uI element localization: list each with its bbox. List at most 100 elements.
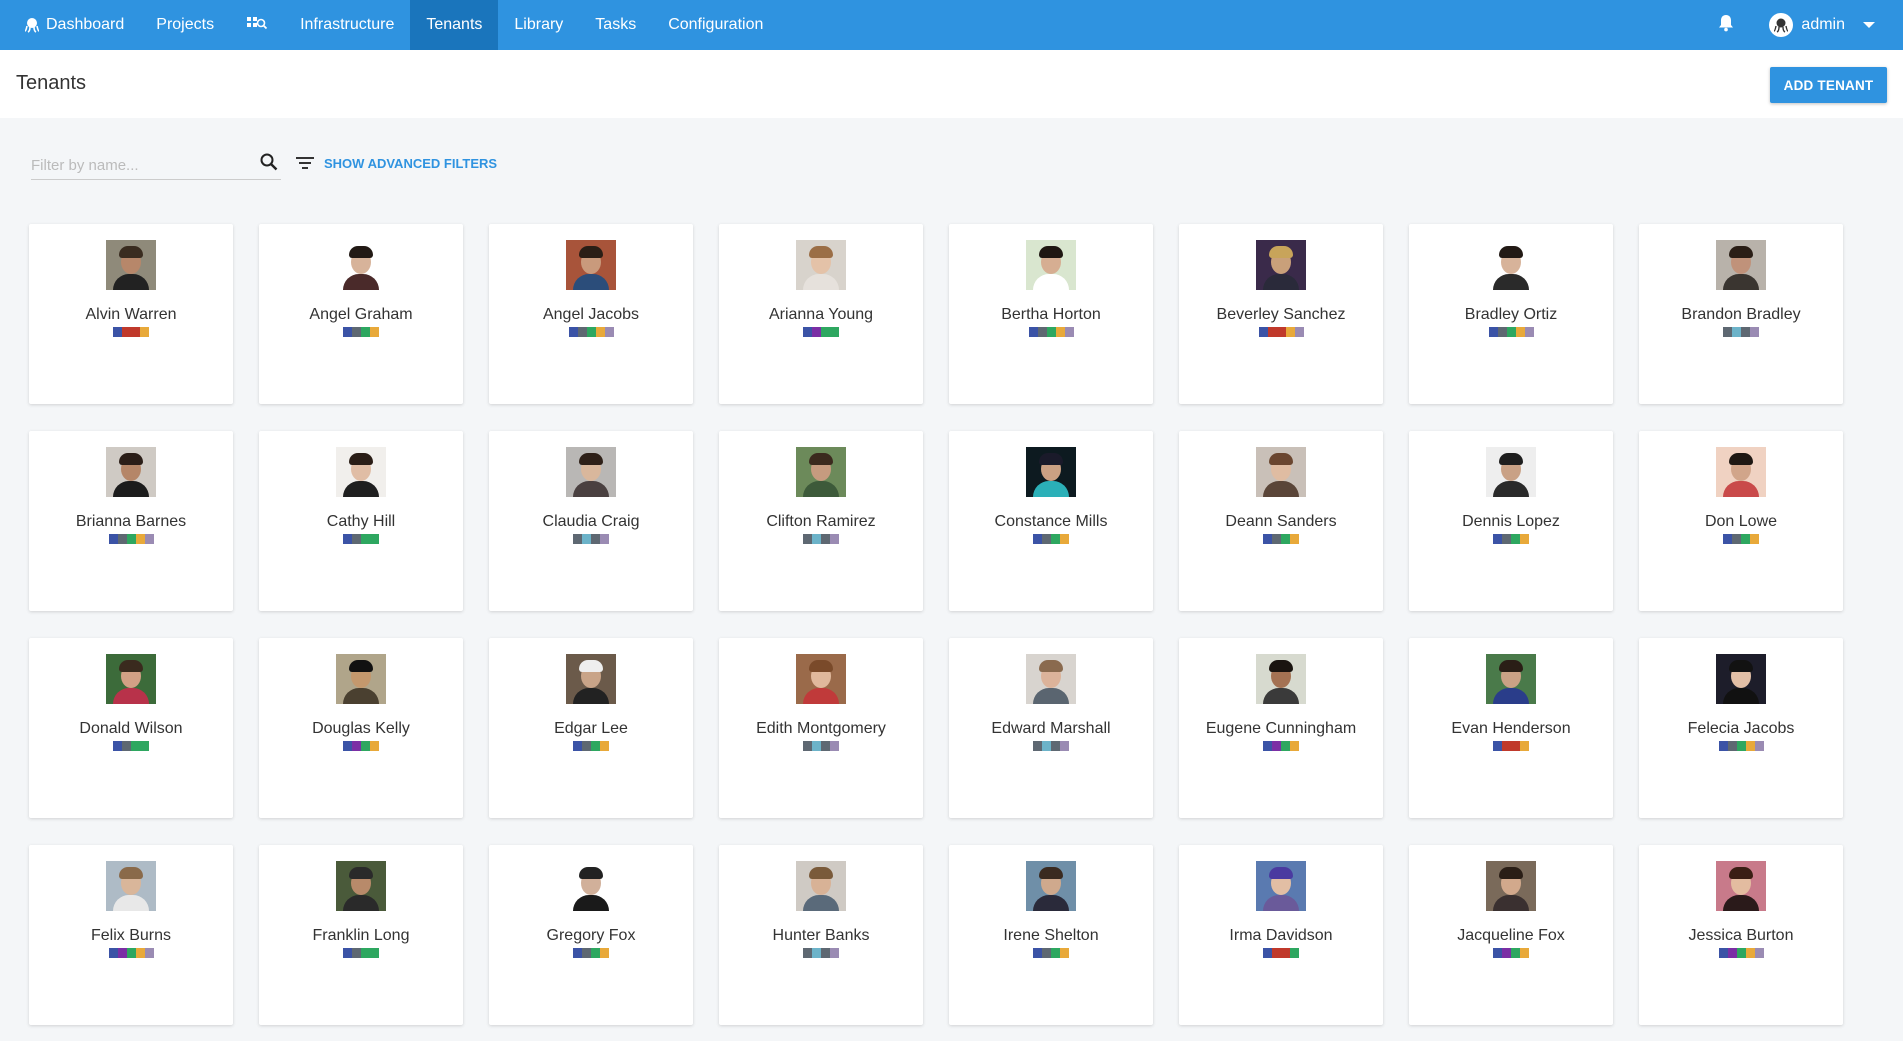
tenant-tag xyxy=(1294,327,1304,337)
show-advanced-filters-button[interactable]: SHOW ADVANCED FILTERS xyxy=(296,151,497,175)
tenant-tag xyxy=(1745,741,1755,751)
tenant-tag xyxy=(1493,948,1502,958)
tenant-card[interactable]: Claudia Craig xyxy=(489,431,693,611)
nav-tasks[interactable]: Tasks xyxy=(579,0,652,50)
tenant-avatar xyxy=(1026,447,1076,497)
tenant-card[interactable]: Edgar Lee xyxy=(489,638,693,818)
tenant-tag xyxy=(1281,741,1290,751)
tenant-tag xyxy=(591,948,600,958)
tenant-tag-list xyxy=(1033,534,1069,544)
tenant-tag xyxy=(1281,534,1290,544)
tenant-avatar xyxy=(1026,240,1076,290)
tenant-card[interactable]: Felecia Jacobs xyxy=(1639,638,1843,818)
tenant-tag-list xyxy=(113,327,149,337)
tenant-tag xyxy=(830,741,839,751)
tenant-tag xyxy=(122,741,131,751)
tenant-tag xyxy=(1051,741,1060,751)
tenant-card[interactable]: Donald Wilson xyxy=(29,638,233,818)
tenant-card[interactable]: Eugene Cunningham xyxy=(1179,638,1383,818)
tenant-card[interactable]: Irma Davidson xyxy=(1179,845,1383,1025)
tenant-card[interactable]: Gregory Fox xyxy=(489,845,693,1025)
tenant-tag xyxy=(812,948,821,958)
tenant-tag xyxy=(1511,534,1520,544)
tenant-tag xyxy=(1750,327,1759,337)
tenant-tag-list xyxy=(1033,948,1069,958)
tenant-card[interactable]: Felix Burns xyxy=(29,845,233,1025)
tenant-name: Angel Graham xyxy=(309,306,413,323)
tenant-name: Bertha Horton xyxy=(1001,306,1101,323)
tenant-card[interactable]: Alvin Warren xyxy=(29,224,233,404)
tenant-card[interactable]: Deann Sanders xyxy=(1179,431,1383,611)
tenant-tag xyxy=(1736,741,1746,751)
nav-library[interactable]: Library xyxy=(498,0,579,50)
tenant-card[interactable]: Angel Graham xyxy=(259,224,463,404)
nav-dashboard[interactable]: Dashboard xyxy=(0,0,140,50)
tenant-card[interactable]: Dennis Lopez xyxy=(1409,431,1613,611)
filter-by-name-input[interactable] xyxy=(31,154,251,176)
search-icon[interactable] xyxy=(259,152,279,177)
tenant-name: Alvin Warren xyxy=(85,306,177,323)
tenant-card[interactable]: Brianna Barnes xyxy=(29,431,233,611)
tenant-tag xyxy=(830,534,839,544)
tenant-card[interactable]: Jacqueline Fox xyxy=(1409,845,1613,1025)
tenant-avatar xyxy=(1716,654,1766,704)
tenant-tag xyxy=(140,327,149,337)
tenant-avatar xyxy=(336,654,386,704)
tenant-card[interactable]: Don Lowe xyxy=(1639,431,1843,611)
tenant-card[interactable]: Douglas Kelly xyxy=(259,638,463,818)
tenant-card[interactable]: Franklin Long xyxy=(259,845,463,1025)
user-menu[interactable]: admin xyxy=(1751,0,1903,50)
tenant-card[interactable]: Beverley Sanchez xyxy=(1179,224,1383,404)
tenant-tag xyxy=(1285,327,1295,337)
tenant-card[interactable]: Bradley Ortiz xyxy=(1409,224,1613,404)
tenant-tag xyxy=(1727,948,1737,958)
tenant-tag xyxy=(821,948,830,958)
tenant-tag xyxy=(135,948,145,958)
tenant-card[interactable]: Evan Henderson xyxy=(1409,638,1613,818)
tenant-name: Brianna Barnes xyxy=(75,513,187,530)
nav-configuration[interactable]: Configuration xyxy=(652,0,779,50)
octopus-icon xyxy=(24,17,40,33)
tenant-tag xyxy=(361,327,370,337)
tenant-tag xyxy=(1028,327,1038,337)
tenant-card[interactable]: Brandon Bradley xyxy=(1639,224,1843,404)
tenant-card[interactable]: Hunter Banks xyxy=(719,845,923,1025)
tenant-tag-list xyxy=(1263,948,1299,958)
tenant-card[interactable]: Constance Mills xyxy=(949,431,1153,611)
tenant-tag xyxy=(1033,741,1042,751)
tenant-tag xyxy=(1290,948,1299,958)
tenant-tag xyxy=(352,948,361,958)
tenant-tag-list xyxy=(343,327,379,337)
tenant-tag xyxy=(1290,534,1299,544)
nav-projects[interactable]: Projects xyxy=(140,0,230,50)
tenant-avatar xyxy=(106,861,156,911)
tenant-tag xyxy=(343,327,352,337)
tenant-name: Bradley Ortiz xyxy=(1464,306,1558,323)
tenant-card[interactable]: Edward Marshall xyxy=(949,638,1153,818)
tenant-card[interactable]: Angel Jacobs xyxy=(489,224,693,404)
tenant-tag xyxy=(144,534,154,544)
nav-search-machines[interactable] xyxy=(230,0,284,50)
tenant-name: Felecia Jacobs xyxy=(1687,720,1795,737)
add-tenant-button[interactable]: ADD TENANT xyxy=(1770,67,1887,103)
tenant-card[interactable]: Bertha Horton xyxy=(949,224,1153,404)
tenant-card[interactable]: Arianna Young xyxy=(719,224,923,404)
nav-library-label: Library xyxy=(514,16,564,33)
tenant-avatar xyxy=(796,861,846,911)
tenant-tag-list xyxy=(1493,741,1529,751)
tenant-card[interactable]: Cathy Hill xyxy=(259,431,463,611)
tenant-card[interactable]: Jessica Burton xyxy=(1639,845,1843,1025)
nav-infrastructure[interactable]: Infrastructure xyxy=(284,0,410,50)
tenant-name: Donald Wilson xyxy=(79,720,183,737)
notifications-button[interactable] xyxy=(1701,0,1751,50)
tenant-avatar xyxy=(1716,240,1766,290)
tenant-card[interactable]: Irene Shelton xyxy=(949,845,1153,1025)
tenant-tag xyxy=(803,534,812,544)
tenant-tag-list xyxy=(1028,327,1074,337)
tenant-tag xyxy=(586,327,596,337)
tenant-card[interactable]: Clifton Ramirez xyxy=(719,431,923,611)
tenant-card[interactable]: Edith Montgomery xyxy=(719,638,923,818)
nav-tenants[interactable]: Tenants xyxy=(410,0,499,50)
tenant-tag xyxy=(126,948,136,958)
tenant-tag xyxy=(600,534,609,544)
